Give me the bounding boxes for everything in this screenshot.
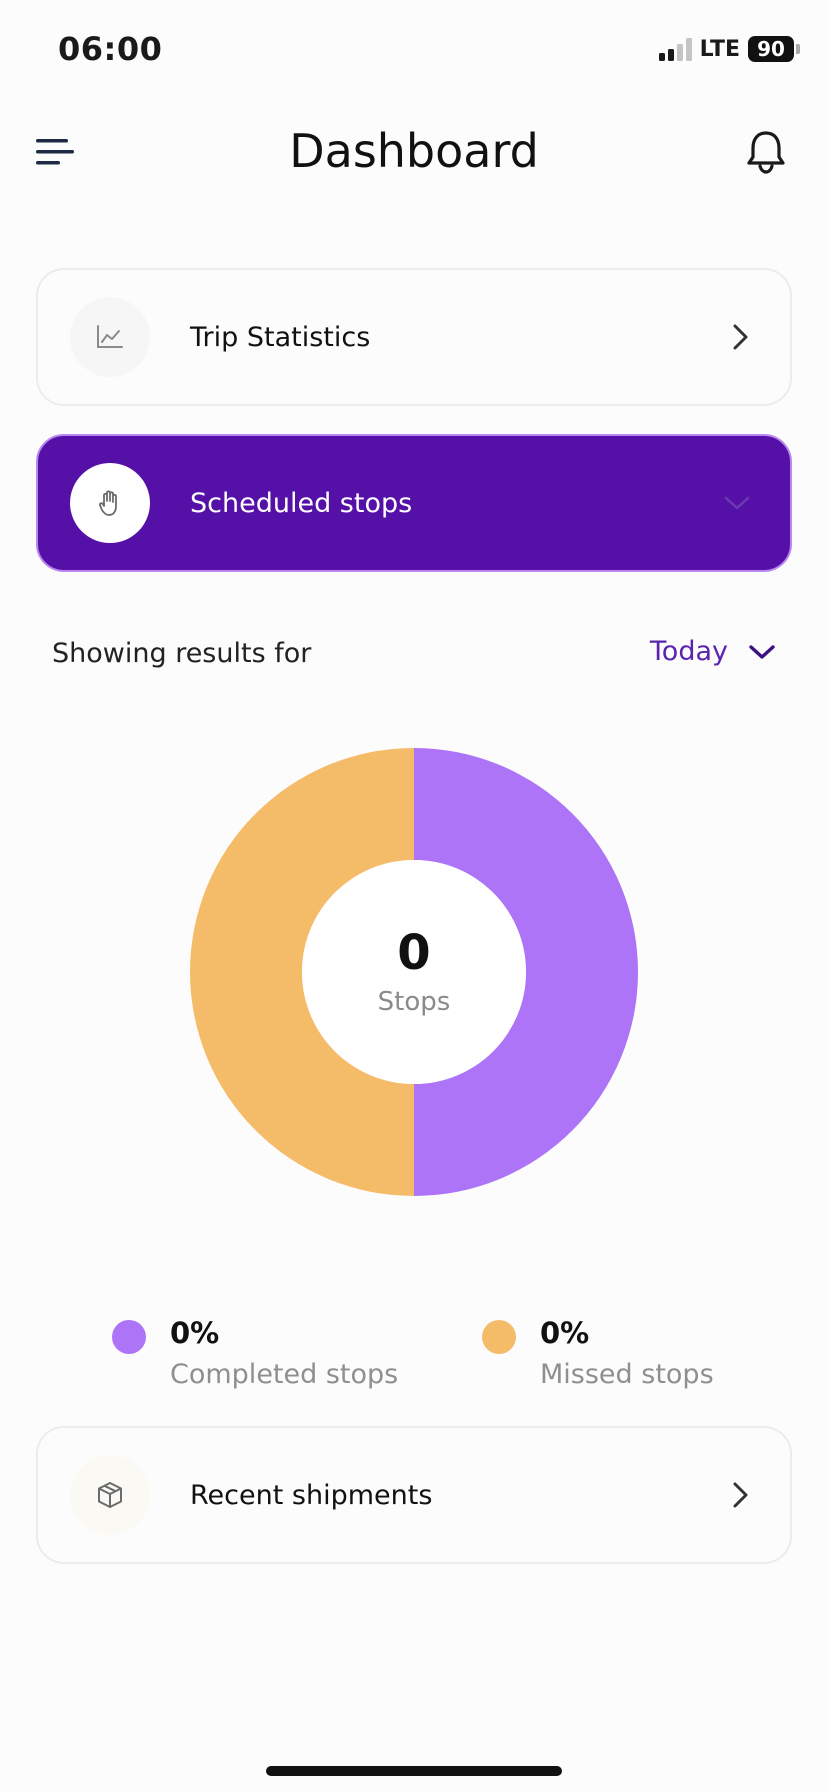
chevron-right-icon <box>733 324 748 350</box>
battery-icon: 90 <box>748 36 800 62</box>
stops-icon-circle <box>70 463 150 543</box>
legend-completed: 0% Completed stops <box>112 1316 398 1390</box>
chevron-down-icon <box>724 496 750 510</box>
package-icon <box>98 1482 122 1508</box>
signal-strength-icon <box>658 37 692 61</box>
hand-stop-icon <box>99 490 117 516</box>
legend-dot-missed <box>482 1320 516 1354</box>
status-time: 06:00 <box>58 30 163 68</box>
page-title: Dashboard <box>289 124 539 178</box>
missed-label: Missed stops <box>540 1358 714 1390</box>
line-chart-icon <box>97 325 123 348</box>
missed-percent: 0% <box>540 1316 590 1350</box>
legend-missed: 0% Missed stops <box>482 1316 714 1390</box>
network-type: LTE <box>699 36 740 62</box>
scheduled-stops-card[interactable]: Scheduled stops <box>36 434 792 572</box>
completed-percent: 0% <box>170 1316 220 1350</box>
chevron-right-icon <box>733 1482 748 1508</box>
notifications-button[interactable] <box>744 128 788 174</box>
legend-dot-completed <box>112 1320 146 1354</box>
chevron-down-icon <box>749 644 775 659</box>
scheduled-stops-label: Scheduled stops <box>190 487 413 519</box>
completed-label: Completed stops <box>170 1358 399 1390</box>
date-filter-value: Today <box>649 636 728 667</box>
trip-statistics-label: Trip Statistics <box>190 321 371 353</box>
home-indicator[interactable] <box>266 1766 562 1776</box>
battery-level: 90 <box>757 37 785 61</box>
stops-unit-label: Stops <box>377 987 451 1018</box>
shipments-icon-circle <box>70 1455 150 1535</box>
donut-center: 0 Stops <box>190 748 638 1196</box>
trip-statistics-card[interactable]: Trip Statistics <box>36 268 792 406</box>
dashboard-screen: 06:00 LTE 90 Dashboard Trip Statistics S… <box>0 0 828 1792</box>
stops-count: 0 <box>397 924 431 981</box>
recent-shipments-label: Recent shipments <box>190 1479 433 1511</box>
stops-donut-chart: 0 Stops <box>190 748 638 1196</box>
date-filter-dropdown[interactable]: Today <box>650 636 776 667</box>
recent-shipments-card[interactable]: Recent shipments <box>36 1426 792 1564</box>
bell-icon <box>747 131 785 174</box>
trip-icon-circle <box>70 297 150 377</box>
filter-label: Showing results for <box>52 638 312 669</box>
status-indicators: LTE 90 <box>658 36 800 62</box>
